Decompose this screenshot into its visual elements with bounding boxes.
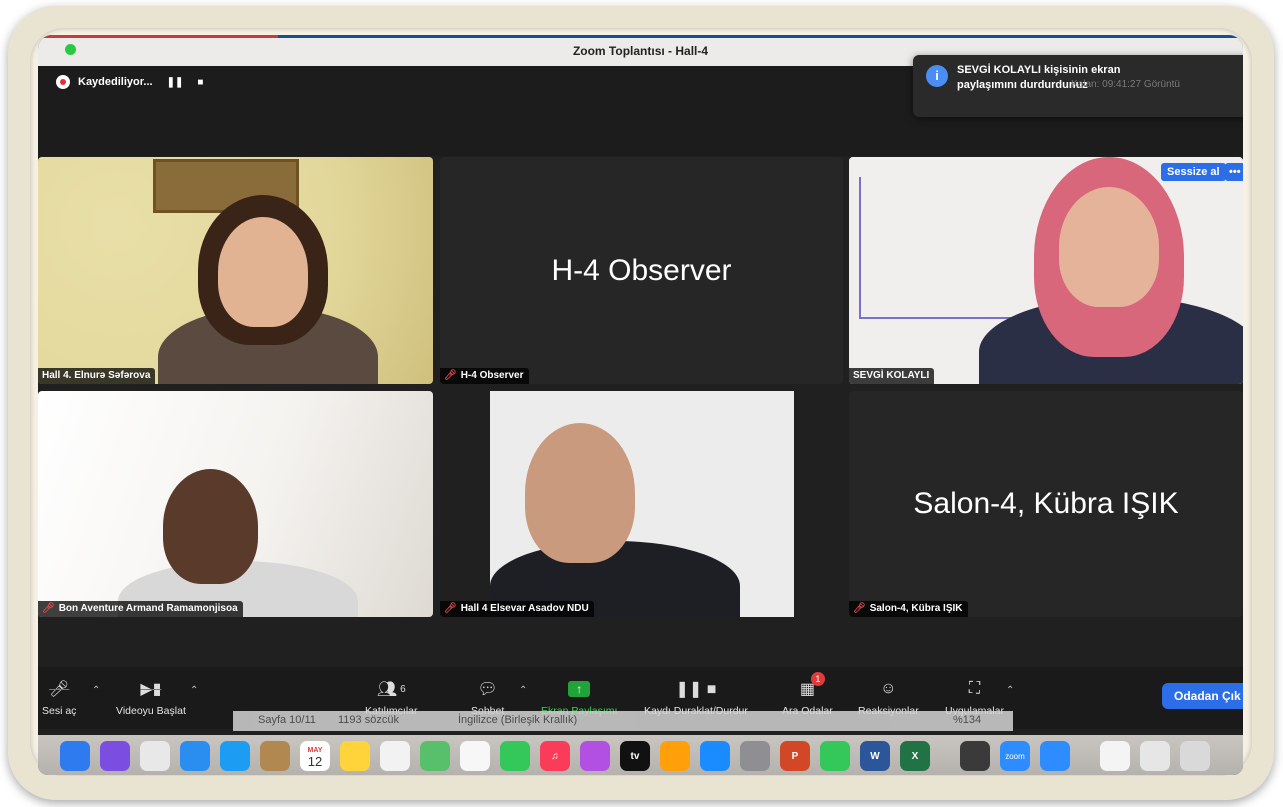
photos-icon[interactable]: [460, 741, 490, 771]
trash-icon[interactable]: [1180, 741, 1210, 771]
reminders-icon[interactable]: [380, 741, 410, 771]
chat-icon: 💬︎: [477, 681, 498, 698]
breakout-badge: 1: [810, 672, 825, 686]
video-options-chevron-icon[interactable]: ⌃: [190, 685, 198, 696]
music-icon[interactable]: ♫: [540, 741, 570, 771]
info-icon: i: [926, 65, 948, 87]
leave-room-button[interactable]: Odadan Çık: [1162, 683, 1243, 709]
video-tile[interactable]: Salon-4, Kübra IŞIK 🎤︎ Salon-4, Kübra IŞI…: [849, 391, 1243, 617]
person-face: [525, 423, 635, 563]
meeting-remaining-time: Kalan: 09:41:27 Görüntü: [1071, 79, 1180, 90]
quicktime-icon[interactable]: [960, 741, 990, 771]
app-store-icon[interactable]: [700, 741, 730, 771]
video-off-icon: ▶▮: [140, 681, 162, 698]
share-stopped-notification: i SEVGİ KOLAYLI kişisinin ekran paylaşım…: [913, 55, 1243, 117]
word-language: İngilizce (Birleşik Krallık): [458, 714, 578, 726]
finder-icon[interactable]: [60, 741, 90, 771]
facetime-icon[interactable]: [820, 741, 850, 771]
participants-count: 6: [400, 683, 406, 695]
macos-dock: MAY 12 ♫ tv P W X zoom: [38, 735, 1243, 775]
calendar-day: 12: [307, 754, 323, 769]
pause-icon[interactable]: ❚❚: [167, 77, 184, 88]
downloads-folder-icon[interactable]: [1140, 741, 1170, 771]
apps-options-chevron-icon[interactable]: ⌃: [1006, 685, 1014, 696]
recording-dot-icon: [56, 75, 70, 89]
participant-name-text: Hall 4 Elsevar Asadov NDU: [460, 603, 589, 614]
participant-name-text: Salon-4, Kübra IŞIK: [869, 603, 963, 614]
participant-name: 🎤︎ Bon Aventure Armand Ramamonjisoa: [38, 601, 243, 617]
video-tile[interactable]: 🎤︎ Hall 4 Elsevar Asadov NDU: [440, 391, 843, 617]
participant-display-name: Salon-4, Kübra IŞIK: [913, 487, 1179, 520]
apps-icon: ⛶: [968, 680, 981, 697]
participant-name-text: Bon Aventure Armand Ramamonjisoa: [58, 603, 238, 614]
stop-icon[interactable]: ■: [197, 77, 203, 88]
recording-label: Kaydediliyor...: [78, 76, 153, 88]
participant-name-text: H-4 Observer: [460, 370, 524, 381]
participant-name: SEVGİ KOLAYLI: [849, 368, 935, 384]
participant-name: 🎤︎ H-4 Observer: [440, 368, 529, 384]
video-feed: [490, 391, 794, 617]
muted-mic-icon: 🎤︎: [444, 603, 457, 614]
excel-icon[interactable]: X: [900, 741, 930, 771]
unmute-label: Sesi aç: [42, 705, 77, 717]
reactions-icon: ☺︎: [880, 680, 897, 697]
siri-icon[interactable]: [100, 741, 130, 771]
word-page-count: Sayfa 10/11: [258, 714, 316, 726]
person-face: [218, 217, 308, 327]
word-icon[interactable]: W: [860, 741, 890, 771]
muted-mic-icon: 🎤︎: [444, 370, 457, 381]
person-face: [1059, 187, 1159, 307]
recording-indicator: Kaydediliyor... ❚❚ ■: [56, 75, 203, 89]
participant-name: 🎤︎ Salon-4, Kübra IŞIK: [849, 601, 968, 617]
messages-icon[interactable]: [500, 741, 530, 771]
title-accent-red: [38, 35, 278, 38]
contacts-icon[interactable]: [260, 741, 290, 771]
calendar-icon[interactable]: MAY 12: [300, 741, 330, 771]
video-tile-active-speaker[interactable]: Sessize al ••• SEVGİ KOLAYLI: [849, 157, 1243, 384]
video-feed: [38, 157, 433, 384]
video-feed: [849, 157, 1243, 384]
person-face: [163, 469, 258, 584]
audio-options-chevron-icon[interactable]: ⌃: [92, 685, 100, 696]
share-screen-icon: ↑: [568, 677, 591, 701]
notes-icon[interactable]: [340, 741, 370, 771]
mute-participant-button[interactable]: Sessize al: [1161, 163, 1226, 181]
zoom-app-icon[interactable]: zoom: [1000, 741, 1030, 771]
zoom-window: Zoom Toplantısı - Hall-4 Kaydediliyor...…: [38, 35, 1243, 775]
pause-stop-icon: ❚❚ ■: [675, 681, 717, 698]
title-accent-line: [38, 35, 1243, 38]
safari-icon[interactable]: [220, 741, 250, 771]
document-icon[interactable]: [1100, 741, 1130, 771]
muted-mic-icon: 🎤︎: [42, 603, 55, 614]
mail-icon[interactable]: [180, 741, 210, 771]
apple-tv-icon[interactable]: tv: [620, 741, 650, 771]
more-options-button[interactable]: •••: [1225, 163, 1243, 181]
background-word-status-bar: Sayfa 10/11 1193 sözcük İngilizce (Birle…: [233, 711, 1013, 731]
podcasts-icon[interactable]: [580, 741, 610, 771]
participant-display-name: H-4 Observer: [551, 253, 732, 287]
muted-mic-icon: 🎤︎: [853, 603, 866, 614]
maps-icon[interactable]: [420, 741, 450, 771]
launchpad-icon[interactable]: [140, 741, 170, 771]
breakout-rooms-icon: ▦ 1: [800, 672, 825, 701]
muted-mic-icon: 🎤︎: [49, 681, 70, 698]
video-tile[interactable]: Hall 4. Elnurə Səfərova: [38, 157, 433, 384]
start-video-label: Videoyu Başlat: [116, 705, 186, 717]
video-tile[interactable]: 🎤︎ Bon Aventure Armand Ramamonjisoa: [38, 391, 433, 617]
zoom-meeting-icon[interactable]: [1040, 741, 1070, 771]
powerpoint-icon[interactable]: P: [780, 741, 810, 771]
participant-name: Hall 4. Elnurə Səfərova: [38, 368, 156, 384]
start-video-button[interactable]: ▶▮ Videoyu Başlat: [116, 677, 186, 717]
whiteboard-drawing: [859, 177, 1041, 319]
word-zoom-level: %134: [953, 714, 982, 726]
word-word-count: 1193 sözcük: [338, 714, 399, 726]
books-icon[interactable]: [660, 741, 690, 771]
participant-name: 🎤︎ Hall 4 Elsevar Asadov NDU: [440, 601, 594, 617]
participants-icon: 👥︎ 6: [376, 681, 406, 698]
video-tile[interactable]: H-4 Observer 🎤︎ H-4 Observer: [440, 157, 843, 384]
unmute-button[interactable]: 🎤︎ Sesi aç: [42, 677, 76, 717]
chat-options-chevron-icon[interactable]: ⌃: [519, 685, 527, 696]
video-feed: [38, 391, 433, 617]
system-preferences-icon[interactable]: [740, 741, 770, 771]
